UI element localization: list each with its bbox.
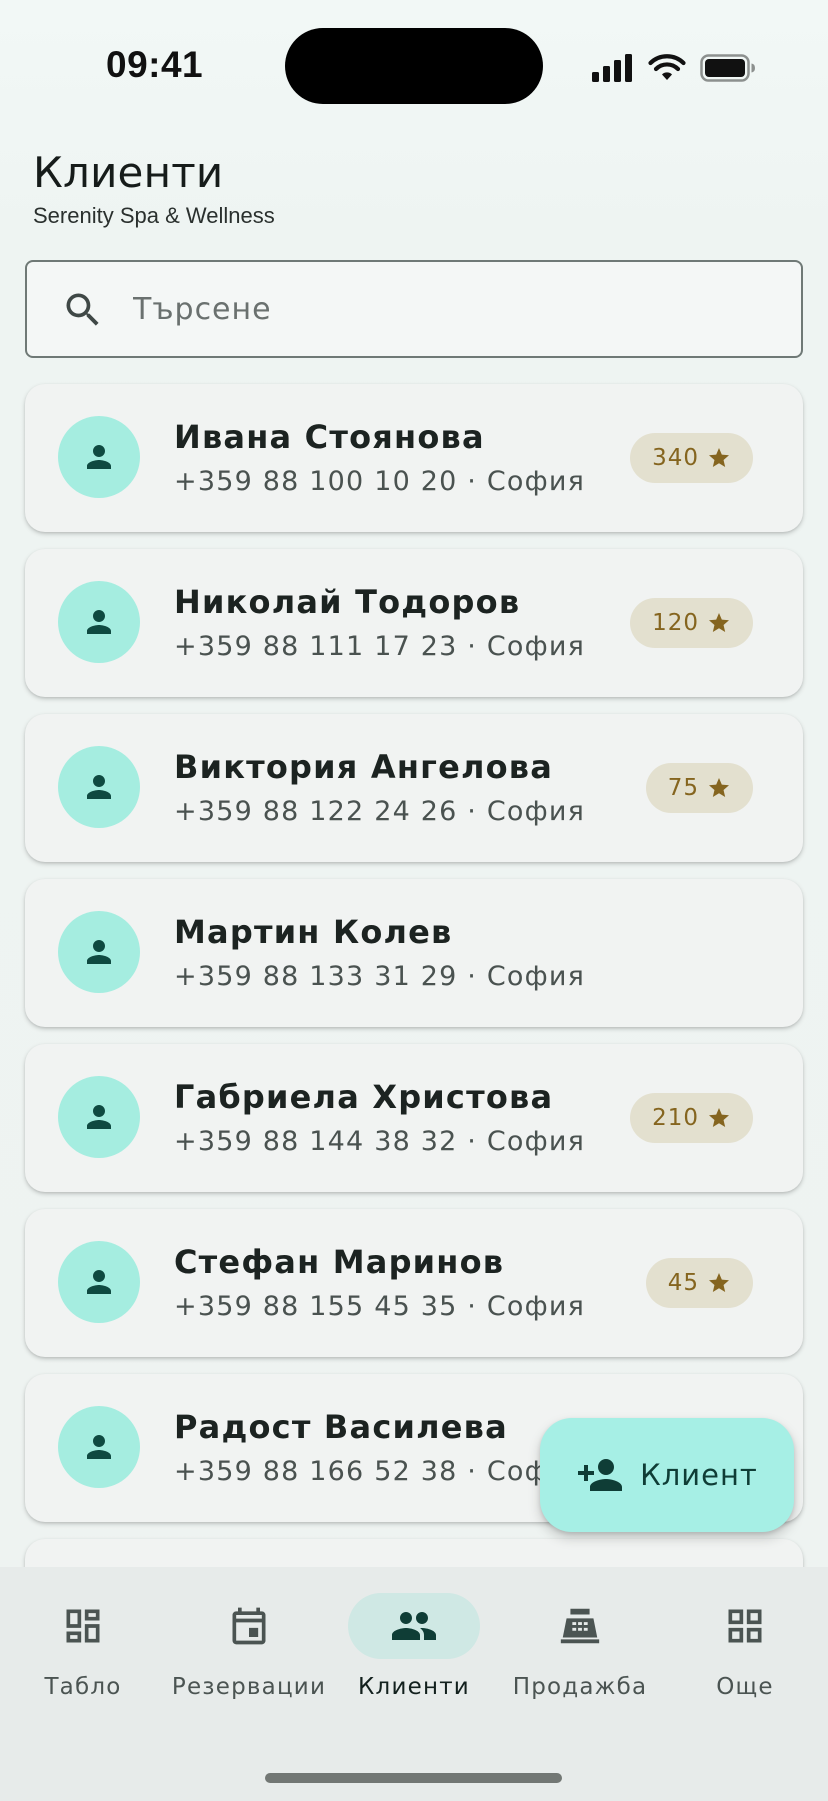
person-icon (87, 940, 111, 964)
nav-item-sales[interactable]: Продажба (497, 1593, 663, 1713)
bottom-navigation: Табло Резервации Клиенти Продажба Още (0, 1567, 828, 1801)
home-indicator (265, 1773, 562, 1783)
client-card[interactable]: Ивана Стоянова +359 88 100 10 20 · София… (25, 384, 803, 532)
nav-label: Още (716, 1674, 774, 1700)
nav-label: Табло (44, 1674, 122, 1700)
nav-indicator (679, 1593, 811, 1659)
client-name: Стефан Маринов (174, 1243, 505, 1281)
points-value: 45 (667, 1270, 699, 1296)
loyalty-points-badge: 75 (645, 763, 753, 813)
cash-register-icon (560, 1608, 600, 1644)
app-header: Клиенти Serenity Spa & Wellness (0, 130, 828, 244)
client-phone-city: +359 88 122 24 26 · София (174, 796, 586, 827)
person-icon (87, 1435, 111, 1459)
points-value: 210 (652, 1105, 699, 1131)
nav-label: Резервации (171, 1674, 327, 1700)
client-name: Мартин Колев (174, 913, 453, 951)
client-phone-city: +359 88 111 17 23 · София (174, 631, 586, 662)
star-icon (709, 1108, 729, 1127)
person-icon (87, 775, 111, 799)
person-icon (87, 1105, 111, 1129)
avatar (58, 1076, 140, 1158)
page-title: Клиенти (33, 148, 224, 197)
dashboard-icon (66, 1609, 100, 1643)
calendar-icon (232, 1607, 266, 1645)
client-card[interactable]: Стефан Маринов +359 88 155 45 35 · София… (25, 1209, 803, 1357)
page-subtitle: Serenity Spa & Wellness (33, 203, 275, 228)
client-name: Радост Василева (174, 1408, 508, 1446)
client-phone-city: +359 88 133 31 29 · София (174, 961, 586, 992)
star-icon (709, 778, 729, 797)
status-icons (592, 48, 756, 88)
loyalty-points-badge: 340 (630, 433, 753, 483)
search-icon (66, 293, 99, 326)
loyalty-points-badge: 120 (630, 598, 753, 648)
person-icon (87, 1270, 111, 1294)
points-value: 340 (652, 445, 699, 471)
search-input[interactable] (133, 272, 773, 346)
dynamic-island (285, 28, 543, 104)
client-card[interactable]: Виктория Ангелова +359 88 122 24 26 · Со… (25, 714, 803, 862)
nav-indicator (183, 1593, 315, 1659)
client-name: Ивана Стоянова (174, 418, 485, 456)
nav-indicator (17, 1593, 149, 1659)
client-card[interactable]: Мартин Колев +359 88 133 31 29 · София (25, 879, 803, 1027)
client-phone-city: +359 88 166 52 38 · София (174, 1456, 586, 1487)
client-phone-city: +359 88 155 45 35 · София (174, 1291, 586, 1322)
points-value: 75 (667, 775, 699, 801)
search-field[interactable] (25, 260, 803, 358)
cellular-signal-icon (592, 54, 632, 82)
points-value: 120 (652, 610, 699, 636)
avatar (58, 581, 140, 663)
avatar (58, 416, 140, 498)
wifi-icon (648, 54, 686, 80)
screen: 09:41 Клиенти Serenity Spa & Wellness Тъ… (0, 0, 828, 1801)
nav-item-more[interactable]: Още (662, 1593, 828, 1713)
avatar (58, 911, 140, 993)
client-name: Николай Тодоров (174, 583, 521, 621)
star-icon (709, 613, 729, 632)
loyalty-points-badge: 45 (645, 1258, 753, 1308)
star-icon (709, 1273, 729, 1292)
people-icon (392, 1612, 436, 1640)
status-time: 09:41 (106, 44, 204, 85)
avatar (58, 1241, 140, 1323)
avatar (58, 1406, 140, 1488)
nav-indicator (514, 1593, 646, 1659)
client-card[interactable]: Николай Тодоров +359 88 111 17 23 · Софи… (25, 549, 803, 697)
apps-icon (728, 1609, 762, 1643)
person-add-icon (578, 1459, 623, 1491)
loyalty-points-badge: 210 (630, 1093, 753, 1143)
battery-icon (700, 54, 755, 82)
add-client-label: Клиент (640, 1458, 758, 1492)
status-bar: 09:41 (0, 0, 828, 130)
star-icon (709, 448, 729, 467)
person-icon (87, 610, 111, 634)
nav-item-reservations[interactable]: Резервации (166, 1593, 332, 1713)
client-name: Габриела Христова (174, 1078, 554, 1116)
client-phone-city: +359 88 144 38 32 · София (174, 1126, 586, 1157)
nav-active-indicator (348, 1593, 480, 1659)
nav-item-dashboard[interactable]: Табло (0, 1593, 166, 1713)
nav-label: Продажба (512, 1674, 648, 1700)
client-name: Виктория Ангелова (174, 748, 554, 786)
add-client-button[interactable]: Клиент (540, 1418, 794, 1532)
client-card[interactable]: Габриела Христова +359 88 144 38 32 · Со… (25, 1044, 803, 1192)
nav-label: Клиенти (358, 1674, 470, 1700)
avatar (58, 746, 140, 828)
client-phone-city: +359 88 100 10 20 · София (174, 466, 586, 497)
person-icon (87, 445, 111, 469)
nav-item-clients[interactable]: Клиенти (331, 1593, 497, 1713)
